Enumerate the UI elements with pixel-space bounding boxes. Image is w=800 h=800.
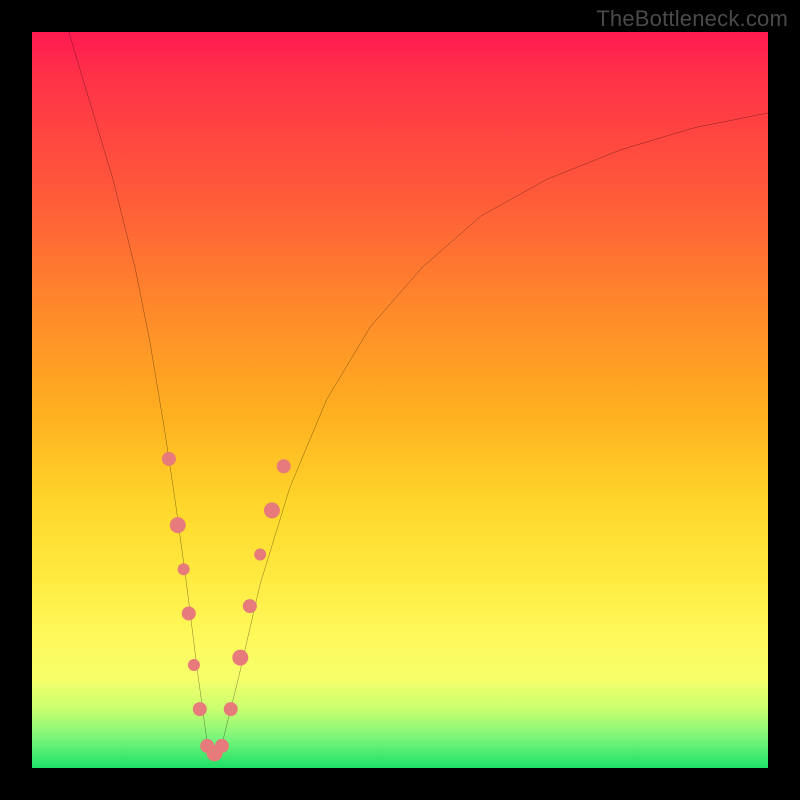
highlight-bead xyxy=(162,452,176,466)
highlight-bead xyxy=(215,739,229,753)
highlight-bead xyxy=(277,459,291,473)
highlight-bead xyxy=(182,606,196,620)
watermark-text: TheBottleneck.com xyxy=(596,6,788,32)
highlight-bead xyxy=(188,659,200,671)
highlight-bead xyxy=(193,702,207,716)
plot-area xyxy=(32,32,768,768)
highlight-bead xyxy=(243,599,257,613)
highlight-bead xyxy=(264,502,280,518)
highlight-bead xyxy=(232,650,248,666)
highlight-bead xyxy=(178,563,190,575)
bottleneck-curve-svg xyxy=(32,32,768,768)
highlight-bead xyxy=(170,517,186,533)
highlight-bead xyxy=(224,702,238,716)
highlight-beads xyxy=(162,452,291,761)
chart-frame: TheBottleneck.com xyxy=(0,0,800,800)
bottleneck-curve xyxy=(69,32,768,753)
highlight-bead xyxy=(254,549,266,561)
